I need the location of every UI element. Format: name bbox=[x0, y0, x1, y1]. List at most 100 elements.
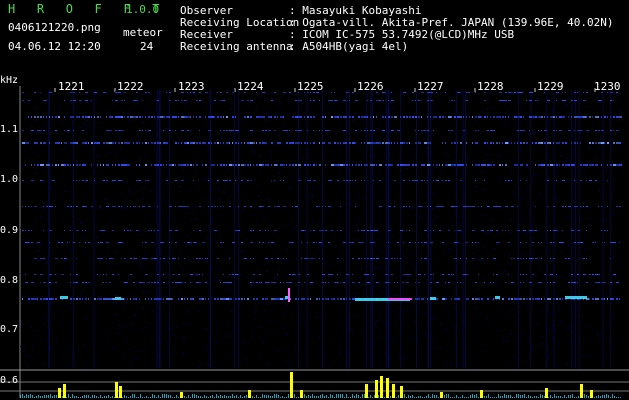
carrier-segment bbox=[466, 100, 468, 101]
noise-dot bbox=[115, 154, 117, 156]
carrier-segment bbox=[604, 230, 606, 231]
carrier-segment bbox=[184, 116, 187, 118]
carrier-segment bbox=[517, 130, 519, 131]
histogram-baseline-bar bbox=[112, 396, 113, 398]
carrier-segment bbox=[376, 258, 379, 259]
carrier-segment bbox=[313, 116, 315, 118]
carrier-segment bbox=[79, 242, 80, 243]
carrier-segment bbox=[157, 274, 159, 275]
carrier-segment bbox=[247, 100, 249, 101]
carrier-segment bbox=[232, 130, 234, 131]
noise-dot bbox=[584, 282, 586, 284]
histogram-baseline-bar bbox=[124, 395, 125, 398]
carrier-segment bbox=[340, 164, 343, 166]
carrier-segment bbox=[520, 274, 521, 275]
noise-dot bbox=[245, 338, 247, 340]
noise-dot bbox=[30, 148, 32, 149]
noise-dot bbox=[329, 136, 331, 137]
noise-dot bbox=[211, 220, 213, 222]
carrier-segment bbox=[148, 298, 149, 300]
histogram-baseline-bar bbox=[620, 397, 621, 398]
carrier-segment bbox=[43, 130, 45, 131]
histogram-baseline-bar bbox=[420, 396, 421, 398]
carrier-segment bbox=[574, 116, 577, 118]
carrier-segment bbox=[301, 116, 302, 118]
carrier-segment bbox=[229, 142, 230, 144]
carrier-segment bbox=[556, 274, 557, 275]
carrier-segment bbox=[586, 258, 587, 259]
carrier-segment bbox=[490, 230, 493, 231]
noise-dot bbox=[89, 208, 91, 210]
carrier-segment bbox=[154, 142, 156, 144]
carrier-segment bbox=[523, 116, 524, 118]
noise-dot bbox=[66, 366, 68, 368]
histogram-baseline-bar bbox=[40, 396, 41, 398]
carrier-segment bbox=[148, 92, 150, 93]
histogram-baseline-bar bbox=[142, 397, 143, 398]
carrier-segment bbox=[250, 258, 251, 259]
noise-dot bbox=[339, 173, 341, 175]
carrier-segment bbox=[619, 206, 621, 207]
noise-dot bbox=[149, 135, 151, 137]
noise-dot bbox=[359, 347, 361, 349]
histogram-baseline-bar bbox=[46, 395, 47, 398]
carrier-segment bbox=[580, 130, 582, 131]
noise-dot bbox=[282, 350, 284, 351]
carrier-segment bbox=[352, 298, 355, 300]
carrier-segment bbox=[160, 258, 161, 259]
noise-dot bbox=[172, 238, 174, 240]
carrier-segment bbox=[556, 298, 558, 300]
noise-dot bbox=[317, 188, 319, 190]
carrier-segment bbox=[268, 116, 271, 118]
carrier-segment bbox=[61, 142, 62, 144]
carrier-segment bbox=[298, 164, 301, 166]
noise-dot bbox=[506, 124, 508, 126]
noise-dot bbox=[251, 228, 252, 230]
carrier-segment bbox=[388, 206, 391, 207]
carrier-segment bbox=[214, 206, 216, 207]
histogram-baseline-bar bbox=[476, 394, 477, 398]
noise-dot bbox=[607, 175, 609, 177]
carrier-segment bbox=[517, 142, 518, 144]
noise-dot bbox=[511, 219, 513, 221]
noise-dot bbox=[536, 275, 538, 277]
carrier-segment bbox=[577, 242, 580, 243]
histogram-baseline-bar bbox=[264, 395, 265, 398]
carrier-segment bbox=[466, 298, 469, 300]
carrier-segment bbox=[307, 258, 309, 259]
noise-dot bbox=[537, 324, 539, 326]
noise-dot bbox=[555, 228, 557, 230]
carrier-segment bbox=[205, 298, 206, 300]
carrier-segment bbox=[418, 206, 421, 207]
carrier-segment bbox=[571, 282, 574, 283]
carrier-segment bbox=[280, 282, 281, 283]
carrier-segment bbox=[283, 180, 284, 181]
carrier-segment bbox=[445, 142, 446, 144]
noise-dot bbox=[569, 160, 571, 162]
carrier-segment bbox=[568, 116, 569, 118]
carrier-segment bbox=[607, 298, 608, 300]
carrier-segment bbox=[235, 230, 238, 231]
carrier-segment bbox=[487, 142, 488, 144]
noise-dot bbox=[57, 239, 59, 241]
carrier-segment bbox=[193, 180, 194, 181]
noise-dot bbox=[618, 119, 620, 121]
noise-dot bbox=[511, 308, 513, 310]
noise-dot bbox=[590, 284, 592, 286]
carrier-segment bbox=[154, 298, 157, 300]
carrier-segment bbox=[568, 282, 570, 283]
carrier-segment bbox=[175, 164, 176, 166]
histogram-baseline-bar bbox=[220, 395, 221, 398]
carrier-segment bbox=[103, 92, 106, 93]
noise-dot bbox=[123, 325, 125, 327]
carrier-segment bbox=[364, 130, 366, 131]
carrier-segment bbox=[475, 298, 478, 300]
noise-dot bbox=[43, 209, 45, 211]
carrier-segment bbox=[349, 298, 351, 300]
noise-dot bbox=[351, 119, 353, 121]
carrier-segment bbox=[25, 206, 26, 207]
noise-dot bbox=[269, 155, 271, 157]
carrier-segment bbox=[538, 130, 539, 131]
carrier-segment bbox=[136, 298, 137, 300]
noise-dot bbox=[65, 191, 67, 192]
